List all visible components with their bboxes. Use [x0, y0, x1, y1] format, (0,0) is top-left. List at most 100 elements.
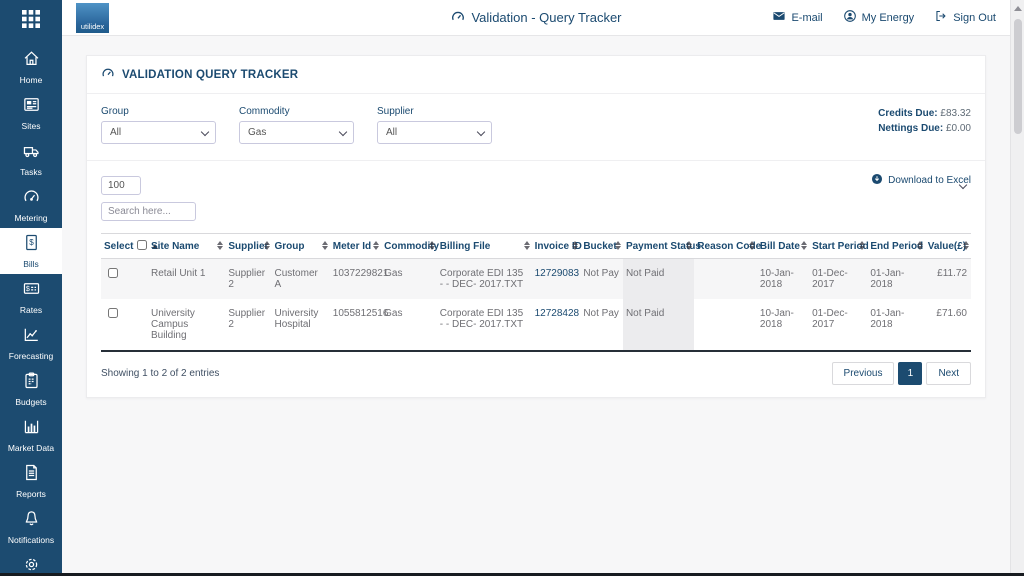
panel-header: VALIDATION QUERY TRACKER	[87, 56, 985, 94]
invoice-link[interactable]: 12728428	[535, 308, 580, 319]
sidebar-item-label: Budgets	[15, 397, 47, 407]
my-energy-link[interactable]: My Energy	[843, 9, 914, 26]
sort-icon	[859, 241, 866, 250]
search-input[interactable]	[101, 202, 196, 221]
end-period-cell: 01-Jan-2018	[867, 299, 925, 352]
sort-icon	[321, 241, 328, 250]
home-icon	[22, 49, 41, 73]
sidebar-item-tasks[interactable]: Tasks	[0, 136, 62, 182]
column-site-name[interactable]: Site Name	[147, 233, 226, 259]
payment-status-cell: Not Paid	[622, 258, 695, 299]
invoice-id-cell: 12729083	[531, 258, 581, 299]
previous-page-button[interactable]: Previous	[831, 362, 895, 385]
page-title-text: Validation - Query Tracker	[471, 10, 622, 25]
commodity-cell: Gas	[381, 299, 437, 352]
start-period-cell: 01-Dec-2017	[809, 258, 868, 299]
column-select[interactable]: Select	[101, 233, 159, 259]
column-bucket[interactable]: Bucket	[580, 233, 623, 259]
bell-icon	[22, 509, 41, 533]
download-icon	[871, 173, 883, 188]
column-meter-id[interactable]: Meter Id	[329, 233, 382, 259]
filter-group-label: Group	[101, 106, 129, 117]
email-link[interactable]: E-mail	[772, 9, 823, 26]
table-row: University Campus Building Supplier 2 Un…	[101, 299, 971, 352]
truck-icon	[22, 141, 41, 165]
scrollbar-thumb[interactable]	[1013, 19, 1022, 134]
column-supplier[interactable]: Supplier	[225, 233, 272, 259]
invoice-link[interactable]: 12729083	[535, 268, 580, 279]
sidebar-item-sites[interactable]: Sites	[0, 90, 62, 136]
header-links: E-mail My Energy Sign Out	[772, 9, 996, 26]
sort-icon	[916, 241, 923, 250]
billing-file-cell: Corporate EDI 135 - - DEC- 2017.TXT	[436, 258, 532, 299]
billing-file-cell: Corporate EDI 135 - - DEC- 2017.TXT	[436, 299, 532, 352]
clipboard-icon	[22, 371, 41, 395]
filter-supplier-label: Supplier	[377, 106, 414, 117]
apps-grid-icon[interactable]	[21, 9, 41, 34]
download-label: Download to Excel	[888, 175, 971, 186]
sort-icon	[263, 241, 270, 250]
column-commodity[interactable]: Commodity	[381, 233, 439, 259]
sidebar-item-label: Notifications	[7, 535, 55, 545]
vertical-scrollbar[interactable]	[1010, 0, 1024, 576]
value-cell: £71.60	[924, 299, 971, 352]
sort-icon	[801, 241, 808, 250]
sort-icon	[686, 241, 693, 250]
column-value[interactable]: Value(£)	[924, 233, 971, 259]
bucket-cell: Not Pay	[580, 299, 623, 352]
bucket-cell: Not Pay	[580, 258, 623, 299]
sidebar-item-budgets[interactable]: Budgets	[0, 366, 62, 412]
supplier-select[interactable]: All	[377, 121, 492, 144]
nettings-due-value: £0.00	[945, 123, 971, 134]
sidebar-item-bills[interactable]: $ Bills	[0, 228, 62, 274]
column-reason-code[interactable]: Reason Code	[694, 233, 761, 259]
app-window: Home Sites Tasks Metering $ Bills $ Rate…	[0, 0, 1024, 576]
sidebar-item-label: Market Data	[7, 443, 55, 453]
sidebar-item-label: Reports	[16, 489, 46, 499]
sidebar-item-reports[interactable]: Reports	[0, 458, 62, 504]
brand-text: utilidex	[80, 21, 105, 31]
sidebar-item-notifications[interactable]: Notifications	[0, 504, 62, 550]
group-select[interactable]: All	[101, 121, 216, 144]
sign-out-link[interactable]: Sign Out	[934, 9, 996, 26]
supplier-cell: Supplier 2	[225, 258, 272, 299]
gauge-icon	[22, 187, 41, 211]
row-checkbox[interactable]	[108, 268, 118, 278]
sidebar-item-market-data[interactable]: Market Data	[0, 412, 62, 458]
sidebar-item-metering[interactable]: Metering	[0, 182, 62, 228]
sidebar-item-home[interactable]: Home	[0, 44, 62, 90]
search-box	[101, 201, 971, 221]
filter-commodity: Commodity Gas	[239, 106, 354, 144]
next-page-button[interactable]: Next	[926, 362, 971, 385]
column-payment-status[interactable]: Payment Status	[622, 233, 701, 259]
site-name-cell: University Campus Building	[147, 299, 226, 352]
column-bill-date[interactable]: Bill Date	[756, 233, 810, 259]
end-period-cell: 01-Jan-2018	[867, 258, 925, 299]
row-checkbox[interactable]	[108, 308, 118, 318]
bar-chart-icon	[22, 417, 41, 441]
current-page-button[interactable]: 1	[898, 362, 923, 385]
select-all-checkbox[interactable]	[137, 240, 148, 250]
page-size-select[interactable]: 100	[101, 176, 141, 195]
sidebar-item-rates[interactable]: $ Rates	[0, 274, 62, 320]
scroll-up-arrow-icon[interactable]	[1013, 6, 1022, 11]
column-invoice-id[interactable]: Invoice ID	[531, 233, 582, 259]
supplier-cell: Supplier 2	[225, 299, 272, 352]
query-tracker-panel: VALIDATION QUERY TRACKER Group All Commo…	[86, 55, 986, 398]
column-group[interactable]: Group	[271, 233, 330, 259]
value-cell: £11.72	[924, 258, 971, 299]
document-icon	[22, 463, 41, 487]
column-start-period[interactable]: Start Period	[809, 233, 869, 259]
column-billing-file[interactable]: Billing File	[436, 233, 532, 259]
bill-date-cell: 10-Jan-2018	[756, 299, 810, 352]
row-select-cell	[101, 299, 148, 352]
sidebar-item-forecasting[interactable]: Forecasting	[0, 320, 62, 366]
commodity-select[interactable]: Gas	[239, 121, 354, 144]
sidebar-item-label: Tasks	[20, 167, 42, 177]
column-end-period[interactable]: End Period	[867, 233, 925, 259]
download-to-excel-link[interactable]: Download to Excel	[871, 173, 971, 188]
sort-icon	[523, 241, 530, 250]
sort-icon	[572, 241, 579, 250]
utilidex-brand-logo[interactable]: utilidex	[76, 2, 109, 33]
main-content: VALIDATION QUERY TRACKER Group All Commo…	[62, 36, 1010, 573]
